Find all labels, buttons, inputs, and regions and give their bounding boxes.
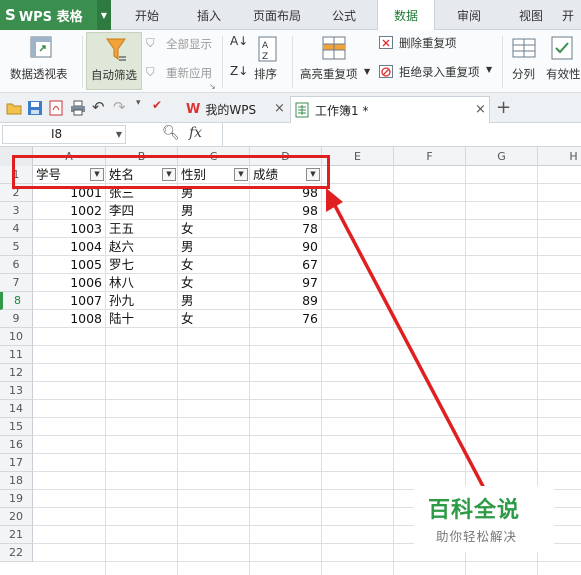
watermark-subtitle: 助你轻松解决 [436,529,518,544]
watermark: 百科全说 助你轻松解决 [414,486,554,552]
watermark-title: 百科全说 [428,498,521,523]
